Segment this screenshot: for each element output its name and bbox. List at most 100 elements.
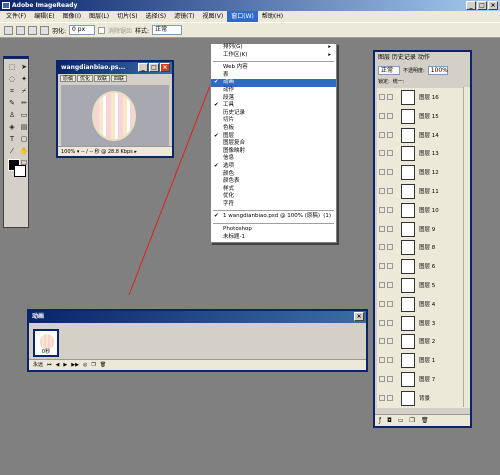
marquee-icon[interactable]: ⬚ [7, 62, 17, 72]
link-box[interactable] [387, 263, 393, 270]
window-menu-item[interactable]: 色板 [211, 125, 336, 133]
doc-minimize-icon[interactable]: _ [138, 63, 148, 72]
window-menu-item[interactable]: 图层复合 [211, 140, 336, 148]
link-box[interactable] [387, 169, 393, 176]
slice-icon[interactable]: ⌿ [19, 86, 29, 96]
gradient-icon[interactable]: ▤ [19, 122, 29, 132]
layer-row[interactable]: 图层 15 [377, 106, 470, 127]
window-menu-item[interactable]: ✔ 1 wangdianbiao.psd @ 100% (原稿) (1) [211, 213, 336, 221]
window-menu-item[interactable]: 信息 [211, 155, 336, 163]
duplicate-frame-icon[interactable]: ❐ [91, 360, 95, 371]
tab-original[interactable]: 原稿 [60, 75, 77, 82]
layer-row[interactable]: 图层 12 [377, 163, 470, 184]
visibility-eye-icon[interactable] [379, 319, 385, 326]
visibility-eye-icon[interactable] [379, 394, 385, 401]
menu-filter[interactable]: 滤镜(T) [170, 11, 198, 22]
window-menu-item[interactable]: 颜色表 [211, 178, 336, 186]
maximize-icon[interactable]: □ [477, 1, 487, 10]
menu-help[interactable]: 帮助(H) [258, 11, 287, 22]
layer-style-icon[interactable]: ƒ [379, 417, 381, 424]
visibility-eye-icon[interactable] [379, 131, 385, 138]
window-menu-item[interactable]: 动作 [211, 87, 336, 95]
link-box[interactable] [387, 244, 393, 251]
window-menu-item[interactable]: Web 内容 [211, 64, 336, 72]
window-menu-item[interactable]: 颜色 [211, 171, 336, 179]
lasso-icon[interactable]: ◌ [7, 74, 17, 84]
tab-4up[interactable]: 四联 [111, 75, 128, 82]
next-frame-icon[interactable]: ▶▶ [71, 360, 79, 371]
link-box[interactable] [387, 112, 393, 119]
subtract-selection-icon[interactable] [40, 25, 49, 35]
layers-scrollbar[interactable] [463, 87, 469, 407]
visibility-eye-icon[interactable] [379, 300, 385, 307]
link-box[interactable] [387, 338, 393, 345]
menu-layer[interactable]: 图层(L) [85, 11, 113, 22]
layer-row[interactable]: 背景 [377, 388, 470, 408]
menu-file[interactable]: 文件(F) [2, 11, 30, 22]
window-menu-item[interactable]: ✔ 图层 [211, 133, 336, 141]
layer-row[interactable]: 图层 2 [377, 332, 470, 353]
window-menu-item[interactable]: Photoshop [211, 226, 336, 234]
delete-frame-icon[interactable]: 🗑 [100, 360, 106, 371]
link-box[interactable] [387, 376, 393, 382]
blend-mode-select[interactable]: 正常 [378, 65, 400, 75]
menu-image[interactable]: 图像(I) [59, 11, 85, 22]
link-box[interactable] [387, 357, 393, 364]
antialias-checkbox[interactable] [98, 26, 106, 34]
brush-icon[interactable]: ✎ [7, 98, 17, 108]
new-set-icon[interactable]: ▭ [398, 417, 404, 424]
link-box[interactable] [387, 188, 393, 194]
animation-frame[interactable]: 0秒 [33, 329, 59, 357]
menu-view[interactable]: 视图(V) [198, 11, 227, 22]
loop-select[interactable]: 永远 [33, 360, 43, 371]
visibility-eye-icon[interactable] [379, 282, 385, 288]
anim-close-icon[interactable]: × [354, 312, 364, 321]
window-menu-item[interactable]: ✔ 工具 [211, 102, 336, 110]
visibility-eye-icon[interactable] [379, 112, 385, 119]
style-select[interactable]: 正常 [152, 25, 183, 35]
window-menu-item[interactable]: 未标题-1 [211, 234, 336, 242]
menu-slice[interactable]: 切片(S) [113, 11, 142, 22]
opacity-input[interactable]: 100% [427, 65, 448, 75]
new-selection-icon[interactable] [16, 25, 25, 35]
menu-window[interactable]: 窗口(W) [227, 11, 258, 22]
link-box[interactable] [387, 206, 393, 213]
tab-2up[interactable]: 双联 [94, 75, 111, 82]
layer-row[interactable]: 图层 1 [377, 351, 470, 372]
layer-row[interactable]: 图层 16 [377, 88, 470, 108]
prev-frame-icon[interactable]: ◀ [56, 360, 60, 371]
layer-row[interactable]: 图层 5 [377, 276, 470, 296]
move-icon[interactable]: ➤ [19, 62, 29, 72]
window-menu-item[interactable]: 优化 [211, 193, 336, 201]
window-menu-item[interactable]: 字符 [211, 201, 336, 209]
visibility-eye-icon[interactable] [379, 244, 385, 251]
text-icon[interactable]: T [7, 134, 17, 144]
doc-close-icon[interactable]: × [160, 63, 170, 72]
first-frame-icon[interactable]: ⏮ [47, 360, 52, 371]
marquee-tool-icon[interactable] [4, 25, 13, 35]
feather-input[interactable]: 0 px [69, 25, 96, 35]
layer-row[interactable]: 图层 4 [377, 294, 470, 315]
window-menu-item[interactable]: ✔ 动画 [211, 79, 336, 87]
delete-layer-icon[interactable]: 🗑 [421, 417, 429, 424]
layer-row[interactable]: 图层 7 [377, 370, 470, 390]
tab-optimized[interactable]: 优化 [77, 75, 94, 82]
menu-select[interactable]: 选择(S) [142, 11, 171, 22]
link-box[interactable] [387, 282, 393, 288]
background-color-swatch[interactable] [14, 165, 26, 177]
magic-wand-icon[interactable]: ✦ [19, 74, 29, 84]
tween-icon[interactable]: ◎ [83, 360, 87, 371]
layer-row[interactable]: 图层 11 [377, 182, 470, 202]
window-menu-item[interactable]: 工作区(K) ▸ [211, 52, 336, 60]
window-menu-item[interactable]: ✔ 选项 [211, 163, 336, 171]
hand-icon[interactable]: ✋ [19, 146, 29, 156]
bucket-icon[interactable]: ◈ [7, 122, 17, 132]
eraser-icon[interactable]: ▭ [19, 110, 29, 120]
document-canvas[interactable] [61, 85, 169, 148]
link-box[interactable] [387, 150, 393, 157]
visibility-eye-icon[interactable] [379, 169, 385, 176]
link-box[interactable] [387, 300, 393, 307]
layer-row[interactable]: 图层 14 [377, 125, 470, 146]
mask-icon[interactable]: ◘ [387, 417, 392, 424]
layer-row[interactable]: 图层 8 [377, 238, 470, 259]
